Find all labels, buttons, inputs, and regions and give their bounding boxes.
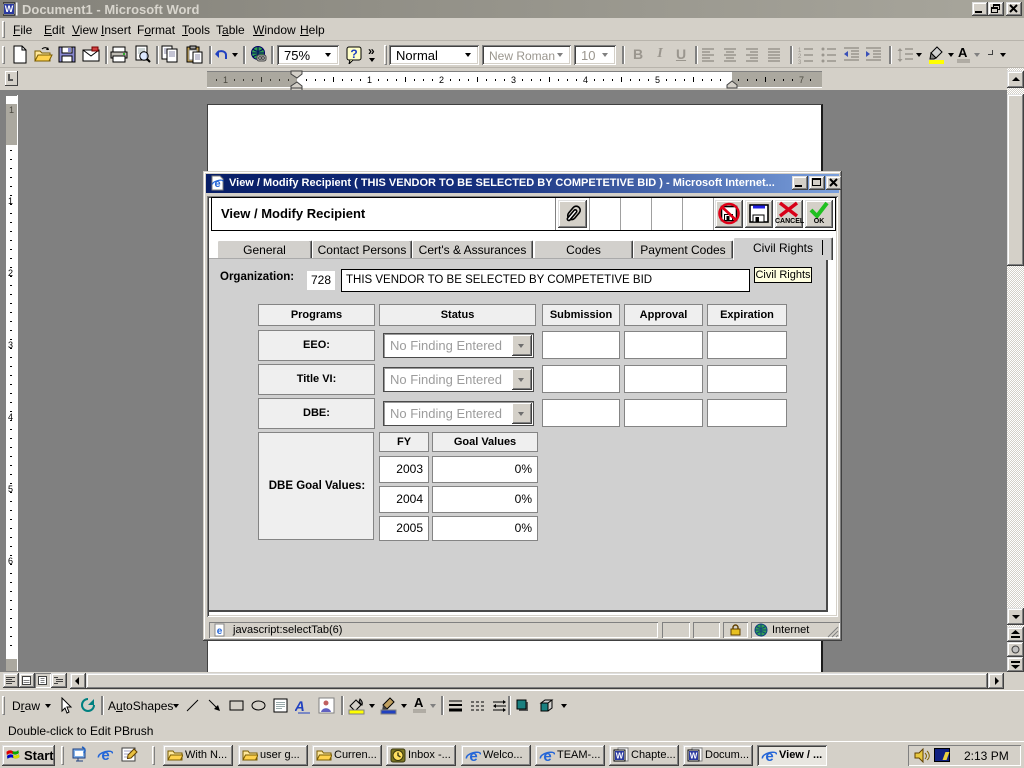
svg-text:2: 2 [439,75,444,85]
svg-text:W: W [5,4,14,14]
svg-text:e: e [469,748,477,763]
svg-text:7: 7 [799,75,804,85]
svg-text:1: 1 [367,75,372,85]
svg-text:1: 1 [223,75,228,85]
svg-text:A: A [295,698,307,714]
svg-text:e: e [217,626,223,637]
svg-text:?: ? [350,47,357,61]
svg-text:e: e [543,748,551,763]
svg-text:4: 4 [583,75,588,85]
svg-text:3: 3 [511,75,516,85]
svg-text:1: 1 [9,105,14,115]
svg-text:W: W [616,752,624,761]
svg-text:W: W [690,752,698,761]
svg-text:5: 5 [655,75,660,85]
svg-text:e: e [765,748,773,763]
svg-text:e: e [101,747,109,762]
